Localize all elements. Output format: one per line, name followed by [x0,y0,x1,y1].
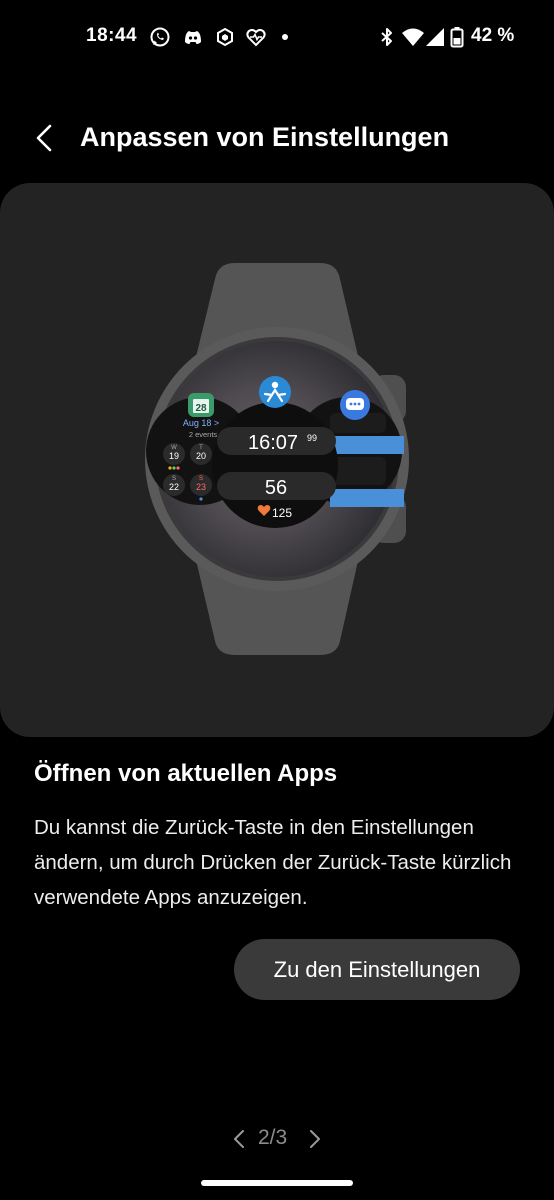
stopwatch-fraction: 99 [307,433,317,443]
counter-value: 56 [265,477,287,499]
signal-icon [425,26,447,48]
watch-illustration-card: 28 Aug 18 > 2 events W 19 T 20 S 22 S 23 [0,183,554,737]
calendar-events-label: 2 events [189,430,218,439]
next-page-button[interactable] [304,1126,326,1152]
wifi-icon [401,26,425,48]
heart-rate-value: 125 [272,506,292,520]
health-heart-icon [245,26,267,48]
discord-icon [182,26,204,48]
app-header: Anpassen von Einstellungen [0,104,554,174]
calendar-day-2: 20 [196,451,206,461]
blue-bar-2 [330,489,404,507]
page-title: Anpassen von Einstellungen [80,122,450,152]
back-button[interactable] [28,120,60,156]
whatsapp-icon [149,26,171,48]
calendar-badge-text: 28 [195,403,207,414]
chevron-left-icon [234,1130,244,1148]
go-to-settings-button[interactable]: Zu den Einstellungen [234,939,520,1000]
calendar-day-3: 22 [169,482,179,492]
previous-page-button[interactable] [228,1126,250,1152]
calendar-day-4: 23 [196,482,206,492]
page-indicator: 2/3 [0,1122,554,1156]
home-indicator[interactable] [201,1180,353,1186]
page-count: 2/3 [258,1126,288,1149]
status-time: 18:44 [86,25,138,46]
hexagon-app-icon [214,26,236,48]
calendar-date-label: Aug 18 > [183,418,219,428]
chevron-left-icon [36,124,52,152]
status-bar: 18:44 42 % [0,0,554,72]
section-heading: Öffnen von aktuellen Apps [34,760,338,787]
stopwatch-time: 16:07 [248,432,298,454]
notification-dot-icon [282,34,288,40]
battery-percentage: 42 % [471,25,515,46]
description-text: Du kannst die Zurück-Taste in den Einste… [34,816,512,909]
chevron-right-icon [310,1130,320,1148]
watch-illustration: 28 Aug 18 > 2 events W 19 T 20 S 22 S 23 [145,263,409,655]
battery-icon [449,26,465,48]
blue-bar-1 [330,436,404,454]
bluetooth-icon [376,26,398,48]
calendar-day-1: 19 [169,451,179,461]
